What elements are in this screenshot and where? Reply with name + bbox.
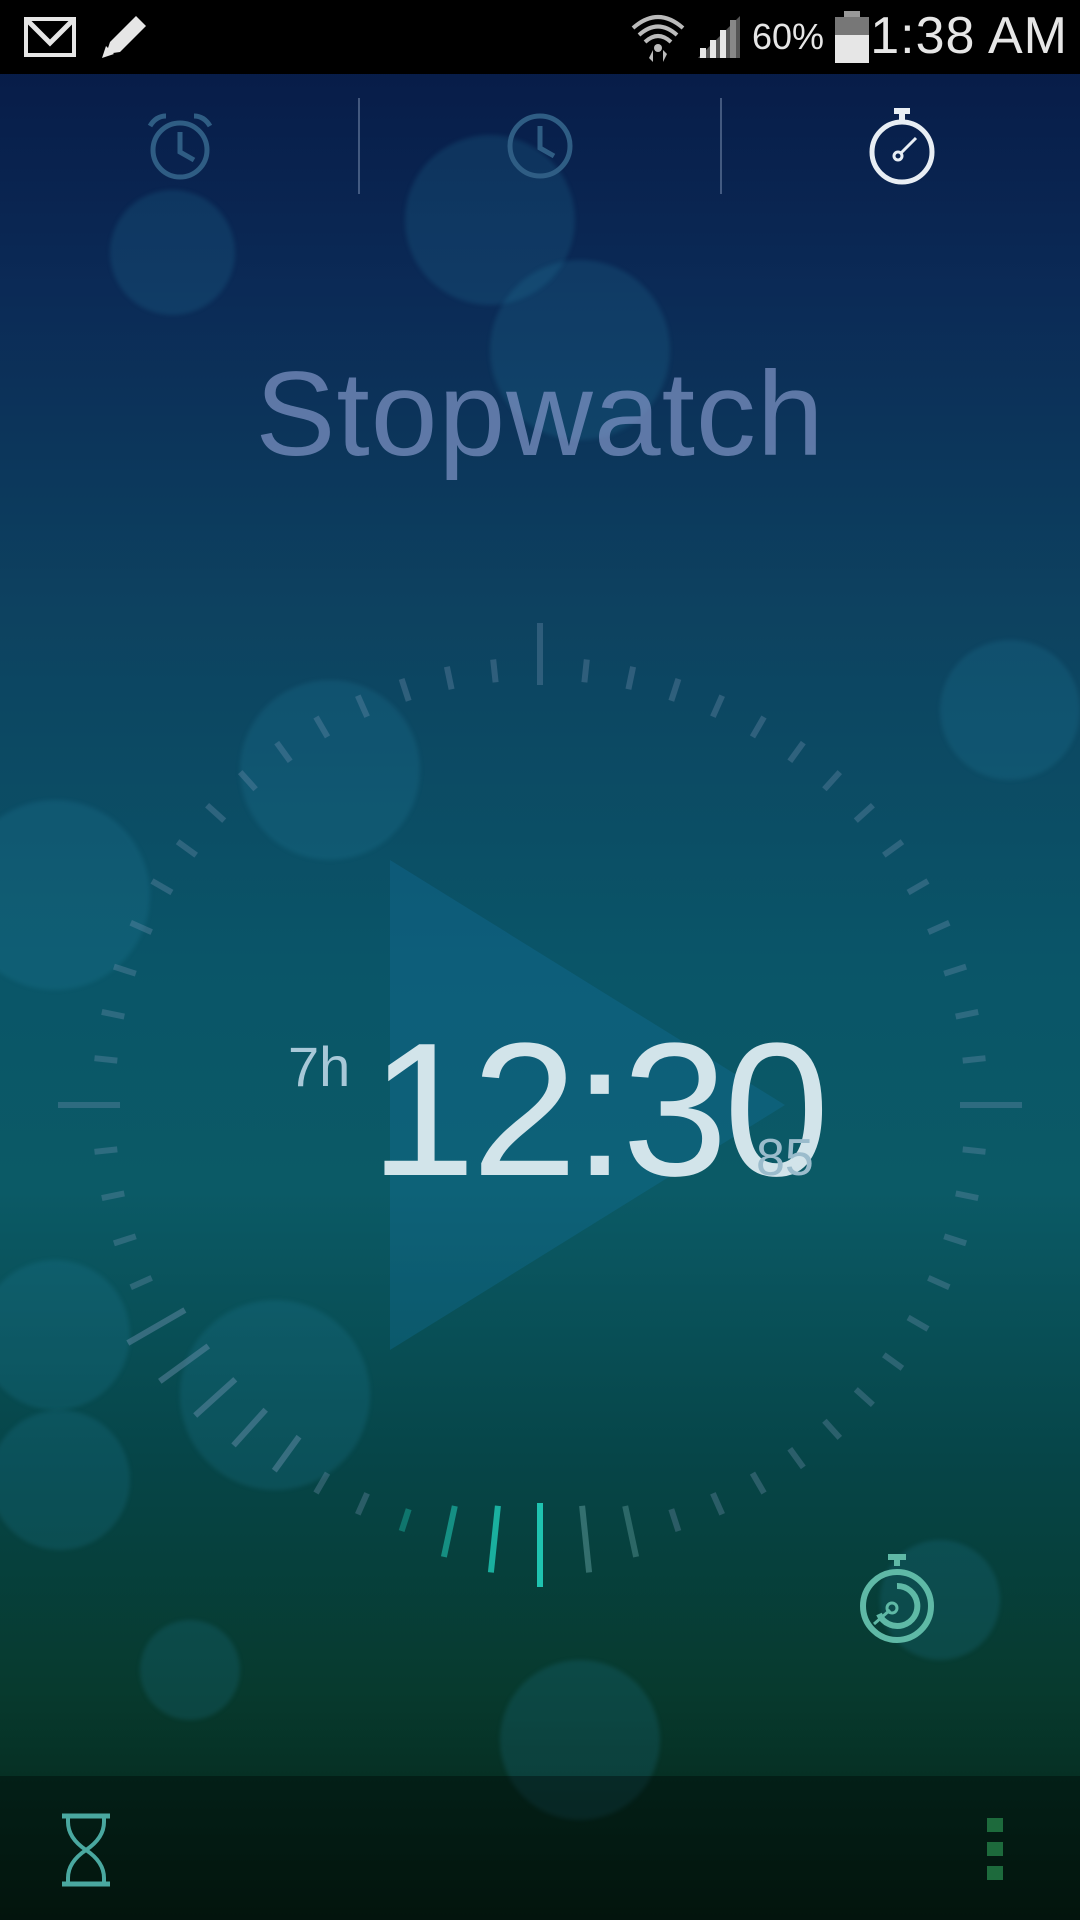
bottom-bar bbox=[0, 1776, 1080, 1920]
tab-stopwatch[interactable] bbox=[852, 98, 952, 198]
pencil-icon bbox=[96, 0, 152, 74]
dial-tick bbox=[355, 1492, 370, 1516]
dial-tick bbox=[853, 1387, 875, 1408]
clock-icon bbox=[504, 110, 576, 187]
signal-icon bbox=[694, 0, 744, 74]
dial-tick bbox=[193, 1377, 238, 1418]
overflow-menu-icon bbox=[980, 1818, 1010, 1890]
dial-tick bbox=[313, 1471, 331, 1495]
dial-tick bbox=[440, 1505, 458, 1558]
status-time: 1:38 AM bbox=[870, 7, 1068, 65]
tab-bar bbox=[0, 74, 1080, 224]
tab-divider bbox=[358, 98, 360, 194]
dial-tick bbox=[927, 1275, 951, 1290]
dial-tick bbox=[274, 740, 293, 763]
dial-tick bbox=[129, 920, 153, 935]
dial-tick bbox=[487, 1505, 501, 1573]
dial-tick bbox=[943, 963, 968, 977]
dial-tick bbox=[668, 677, 682, 702]
dial-tick bbox=[710, 1492, 725, 1516]
tab-world-clock[interactable] bbox=[490, 98, 590, 198]
tab-divider bbox=[720, 98, 722, 194]
dial-tick bbox=[882, 839, 905, 858]
overflow-menu-button[interactable] bbox=[980, 1814, 1010, 1886]
dial-tick bbox=[231, 1407, 268, 1448]
dial-tick bbox=[398, 1508, 412, 1533]
dial-tick bbox=[822, 1418, 843, 1440]
dial-tick bbox=[927, 920, 951, 935]
lap-button[interactable] bbox=[852, 1552, 942, 1648]
dial-tick bbox=[112, 1233, 137, 1247]
dial-tick bbox=[787, 1447, 806, 1470]
dial-tick bbox=[129, 1275, 153, 1290]
dial-tick bbox=[271, 1434, 302, 1473]
dial-tick bbox=[853, 802, 875, 823]
hundredths-value: 85 bbox=[756, 1129, 814, 1187]
stopwatch-icon bbox=[866, 106, 938, 191]
dial-tick bbox=[112, 963, 137, 977]
dial-tick bbox=[749, 715, 767, 739]
dial-tick bbox=[943, 1233, 968, 1247]
battery-percent: 60% bbox=[752, 16, 825, 57]
wifi-icon bbox=[630, 0, 686, 74]
alarm-clock-icon bbox=[144, 110, 216, 187]
status-bar: 60% 1:38 AM bbox=[0, 0, 1080, 74]
gmail-icon bbox=[22, 0, 78, 74]
dial-tick bbox=[906, 1314, 930, 1332]
page-title: Stopwatch bbox=[255, 347, 825, 481]
time-display: 7h 12:30 85 bbox=[0, 1010, 1080, 1210]
dial-tick bbox=[443, 666, 455, 690]
dial-tick bbox=[205, 802, 227, 823]
dial-tick bbox=[882, 1352, 905, 1371]
dial-tick bbox=[398, 677, 412, 702]
dial-tick bbox=[579, 1505, 593, 1573]
dial-tick bbox=[749, 1471, 767, 1495]
dial-tick bbox=[622, 1505, 640, 1558]
bokeh-bubble bbox=[140, 1620, 240, 1720]
dial-tick bbox=[355, 694, 370, 718]
dial-tick bbox=[581, 659, 590, 683]
dial-tick bbox=[822, 770, 843, 792]
hourglass-icon bbox=[56, 1813, 116, 1892]
dial-tick bbox=[175, 839, 198, 858]
tab-alarm[interactable] bbox=[130, 98, 230, 198]
dial-tick bbox=[668, 1508, 682, 1533]
dial-tick bbox=[158, 1343, 211, 1384]
dial-tick bbox=[313, 715, 331, 739]
hours-value: 7h bbox=[288, 1035, 351, 1098]
battery-icon bbox=[830, 0, 874, 74]
dial-tick bbox=[237, 770, 258, 792]
dial-tick bbox=[906, 878, 930, 896]
lap-icon bbox=[852, 1554, 942, 1652]
timer-button[interactable] bbox=[56, 1812, 116, 1888]
dial-tick bbox=[126, 1307, 187, 1346]
dial-tick bbox=[625, 666, 637, 690]
dial-tick bbox=[710, 694, 725, 718]
dial-tick bbox=[787, 740, 806, 763]
dial-tick bbox=[490, 659, 499, 683]
dial-tick bbox=[150, 878, 174, 896]
